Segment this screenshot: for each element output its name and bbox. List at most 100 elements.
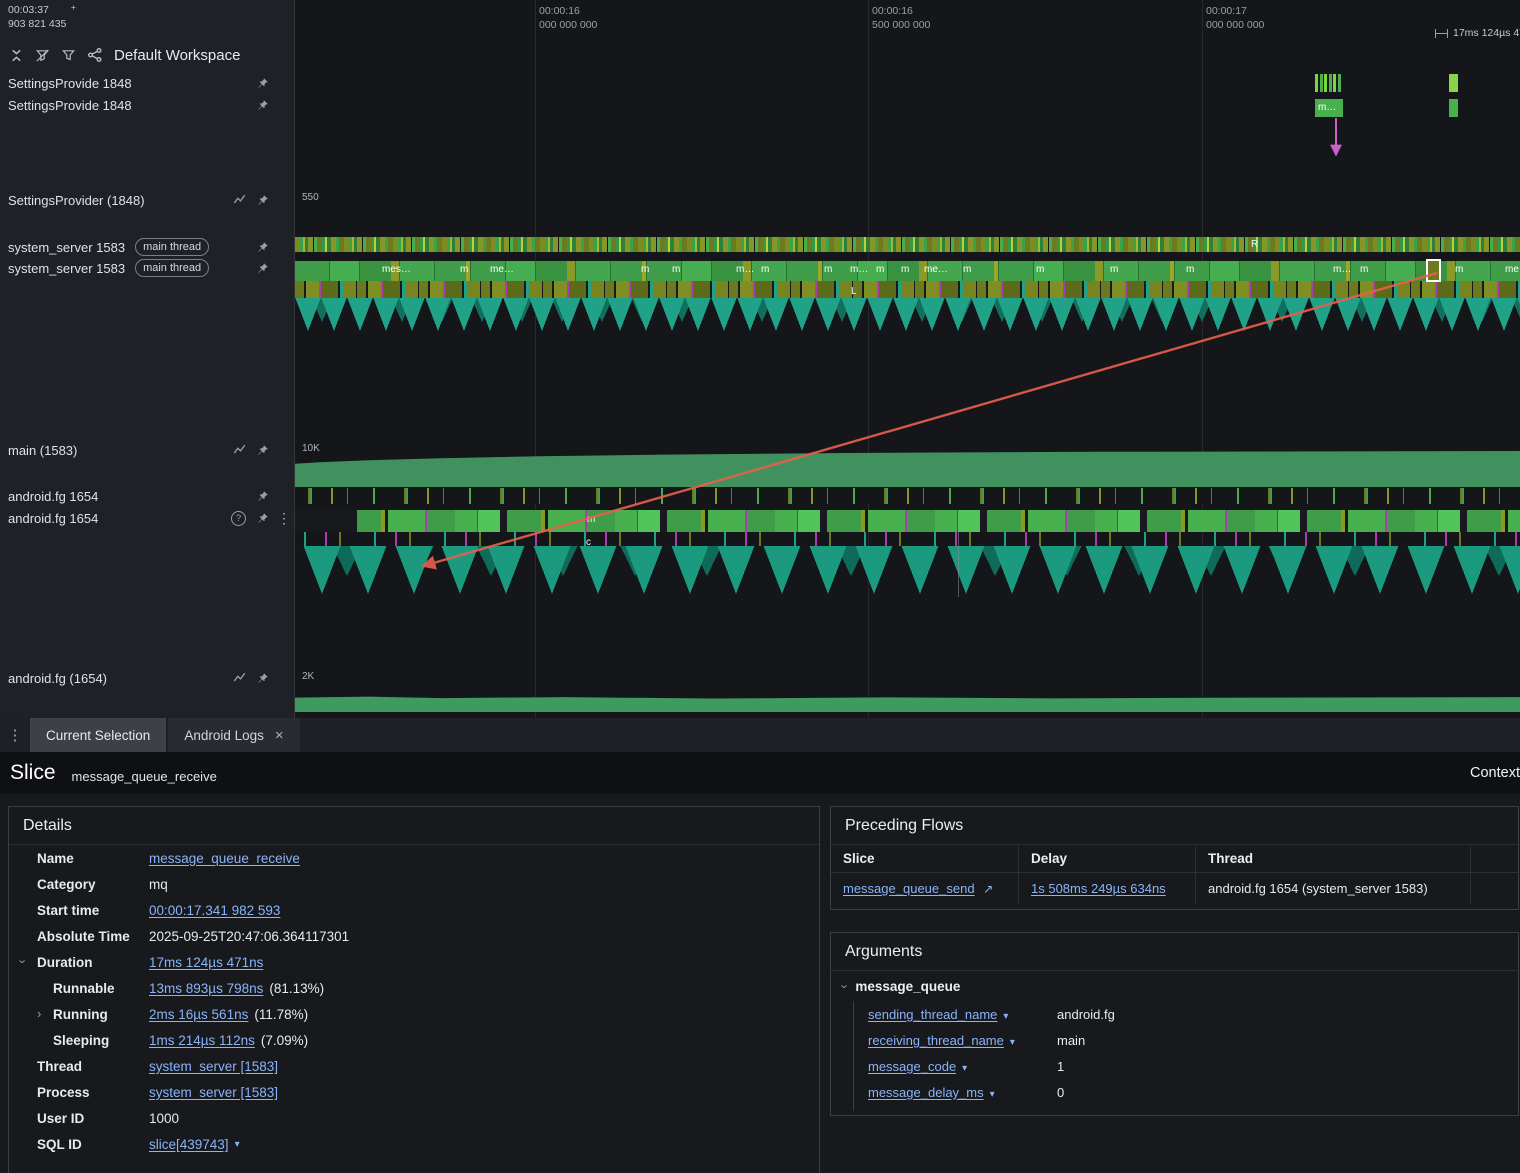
collapse-chevron-icon[interactable]: › bbox=[838, 984, 853, 988]
track-menu-icon[interactable]: ⋮ bbox=[277, 510, 291, 527]
dropdown-caret-icon[interactable]: ▾ bbox=[1003, 1011, 1008, 1022]
pin-icon[interactable] bbox=[256, 490, 269, 503]
detail-value-link[interactable]: slice[439743] bbox=[149, 1137, 229, 1152]
androidfg-thread-state-track[interactable] bbox=[295, 488, 1520, 504]
slice-letter: c bbox=[586, 537, 591, 548]
detail-row-user-id: User ID 1000 bbox=[9, 1105, 819, 1131]
detail-label: Absolute Time bbox=[37, 928, 130, 944]
workspace-icon[interactable] bbox=[86, 47, 103, 64]
help-icon[interactable]: ? bbox=[231, 510, 246, 526]
pin-icon[interactable] bbox=[256, 672, 269, 685]
show-graph-icon[interactable] bbox=[233, 193, 247, 207]
expand-chevron-icon[interactable]: › bbox=[37, 1006, 41, 1021]
preceding-flows-card: Preceding Flows Slice Delay Thread messa… bbox=[830, 806, 1519, 910]
argument-row: receiving_thread_name ▾ main bbox=[854, 1027, 1518, 1053]
detail-percentage: (11.78%) bbox=[254, 1006, 309, 1022]
argument-key-link[interactable]: receiving_thread_name bbox=[868, 1033, 1004, 1048]
track-settingsprovider-row1[interactable]: SettingsProvide 1848 bbox=[0, 72, 295, 94]
collapse-chevron-icon[interactable]: › bbox=[16, 959, 31, 963]
timeline-canvas[interactable]: 00:00:16 000 000 000 00:00:16 500 000 000 … bbox=[295, 0, 1520, 718]
detail-value-link[interactable]: system_server [1583] bbox=[149, 1059, 278, 1074]
tab-current-selection[interactable]: Current Selection bbox=[30, 718, 167, 752]
dropdown-caret-icon[interactable]: ▾ bbox=[990, 1089, 995, 1100]
panel-menu-icon[interactable]: ⋮ bbox=[0, 718, 30, 752]
dropdown-caret-icon[interactable]: ▾ bbox=[235, 1139, 240, 1150]
external-link-icon[interactable]: ↗ bbox=[983, 882, 993, 896]
detail-value-link[interactable]: 13ms 893µs 798ns bbox=[149, 981, 263, 996]
detail-value-link[interactable]: 17ms 124µs 471ns bbox=[149, 955, 263, 970]
flow-delay-cell: 1s 508ms 249µs 634ns bbox=[1019, 873, 1196, 904]
androidfg-slice-depth-track[interactable] bbox=[295, 532, 1520, 546]
clear-filter-icon[interactable] bbox=[34, 47, 51, 64]
slice-letter: L bbox=[851, 286, 857, 297]
detail-label: Process bbox=[37, 1084, 90, 1100]
selected-slice[interactable] bbox=[1426, 259, 1441, 282]
mini-slice[interactable] bbox=[1449, 99, 1458, 117]
timeline-sidebar: 00:03:37 + 903 821 435 Default Workspace… bbox=[0, 0, 295, 718]
androidfg-slice-track[interactable] bbox=[295, 510, 1520, 532]
track-androidfg-state[interactable]: android.fg 1654 bbox=[0, 486, 295, 506]
track-androidfg-counter[interactable]: android.fg (1654) bbox=[0, 666, 295, 690]
detail-value-link[interactable]: 2ms 16µs 561ns bbox=[149, 1007, 248, 1022]
argument-key-link[interactable]: sending_thread_name bbox=[868, 1007, 997, 1022]
gridline bbox=[1202, 0, 1203, 718]
androidfg-counter-area[interactable] bbox=[295, 696, 1520, 712]
detail-label: Duration bbox=[37, 954, 93, 970]
dropdown-caret-icon[interactable]: ▾ bbox=[1010, 1037, 1015, 1048]
detail-label: Start time bbox=[37, 902, 100, 918]
pin-icon[interactable] bbox=[256, 194, 269, 207]
track-main-counter[interactable]: main (1583) bbox=[0, 438, 295, 462]
workspace-title[interactable]: Default Workspace bbox=[114, 47, 240, 64]
plus-indicator: + bbox=[70, 2, 76, 12]
close-tab-icon[interactable]: × bbox=[275, 727, 284, 744]
pin-icon[interactable] bbox=[256, 99, 269, 112]
track-name: SettingsProvide 1848 bbox=[8, 97, 132, 113]
track-name: SettingsProvider (1848) bbox=[8, 192, 145, 208]
track-name: main (1583) bbox=[8, 442, 78, 458]
arguments-card: Arguments › message_queue sending_thread… bbox=[830, 932, 1519, 1116]
collapse-tracks-icon[interactable] bbox=[8, 47, 25, 64]
pin-icon[interactable] bbox=[256, 241, 269, 254]
argument-key-link[interactable]: message_code bbox=[868, 1059, 956, 1074]
track-settingsprovider-row2[interactable]: SettingsProvide 1848 bbox=[0, 94, 295, 116]
counter-scale-label: 550 bbox=[302, 192, 319, 203]
mini-slice-labeled[interactable]: m… bbox=[1315, 99, 1343, 117]
tab-android-logs[interactable]: Android Logs × bbox=[168, 718, 300, 752]
pin-icon[interactable] bbox=[256, 262, 269, 275]
pin-icon[interactable] bbox=[256, 512, 269, 525]
mini-slice[interactable] bbox=[1449, 74, 1458, 92]
systemserver-slice-track[interactable] bbox=[295, 261, 1520, 281]
filter-icon[interactable] bbox=[60, 47, 77, 64]
detail-value-link[interactable]: 00:00:17.341 982 593 bbox=[149, 903, 280, 918]
detail-value-link[interactable]: 1ms 214µs 112ns bbox=[149, 1033, 255, 1048]
dropdown-caret-icon[interactable]: ▾ bbox=[962, 1063, 967, 1074]
androidfg-flame-track[interactable] bbox=[295, 546, 1520, 596]
systemserver-slice-depth-track[interactable] bbox=[295, 281, 1520, 298]
argument-group-row: › message_queue bbox=[831, 971, 1518, 1001]
track-name: android.fg 1654 bbox=[8, 488, 99, 504]
flow-delay-link[interactable]: 1s 508ms 249µs 634ns bbox=[1031, 881, 1166, 896]
pin-icon[interactable] bbox=[256, 444, 269, 457]
detail-label: Thread bbox=[37, 1058, 83, 1074]
context-button[interactable]: Context bbox=[1470, 765, 1520, 781]
argument-key-link[interactable]: message_delay_ms bbox=[868, 1085, 984, 1100]
flows-header-empty bbox=[1471, 845, 1518, 873]
detail-value-link[interactable]: system_server [1583] bbox=[149, 1085, 278, 1100]
mini-slice-group[interactable] bbox=[1315, 74, 1341, 92]
show-graph-icon[interactable] bbox=[233, 443, 247, 457]
pin-icon[interactable] bbox=[256, 77, 269, 90]
flow-slice-link[interactable]: message_queue_send bbox=[843, 881, 975, 896]
argument-group-name[interactable]: message_queue bbox=[855, 979, 960, 994]
track-settingsprovider-counter[interactable]: SettingsProvider (1848) bbox=[0, 188, 295, 212]
track-androidfg-slices[interactable]: android.fg 1654 ? ⋮ bbox=[0, 508, 295, 528]
track-name: android.fg 1654 bbox=[8, 510, 99, 526]
track-systemserver-state[interactable]: system_server 1583 main thread bbox=[0, 237, 295, 257]
detail-value-link[interactable]: message_queue_receive bbox=[149, 851, 300, 866]
track-systemserver-slices[interactable]: system_server 1583 main thread bbox=[0, 258, 295, 278]
detail-row-thread: Thread system_server [1583] bbox=[9, 1053, 819, 1079]
show-graph-icon[interactable] bbox=[233, 671, 247, 685]
detail-row-category: Category mq bbox=[9, 871, 819, 897]
systemserver-thread-state-track[interactable] bbox=[295, 237, 1520, 252]
detail-label: Running bbox=[53, 1006, 108, 1022]
main-counter-area[interactable] bbox=[295, 451, 1520, 487]
